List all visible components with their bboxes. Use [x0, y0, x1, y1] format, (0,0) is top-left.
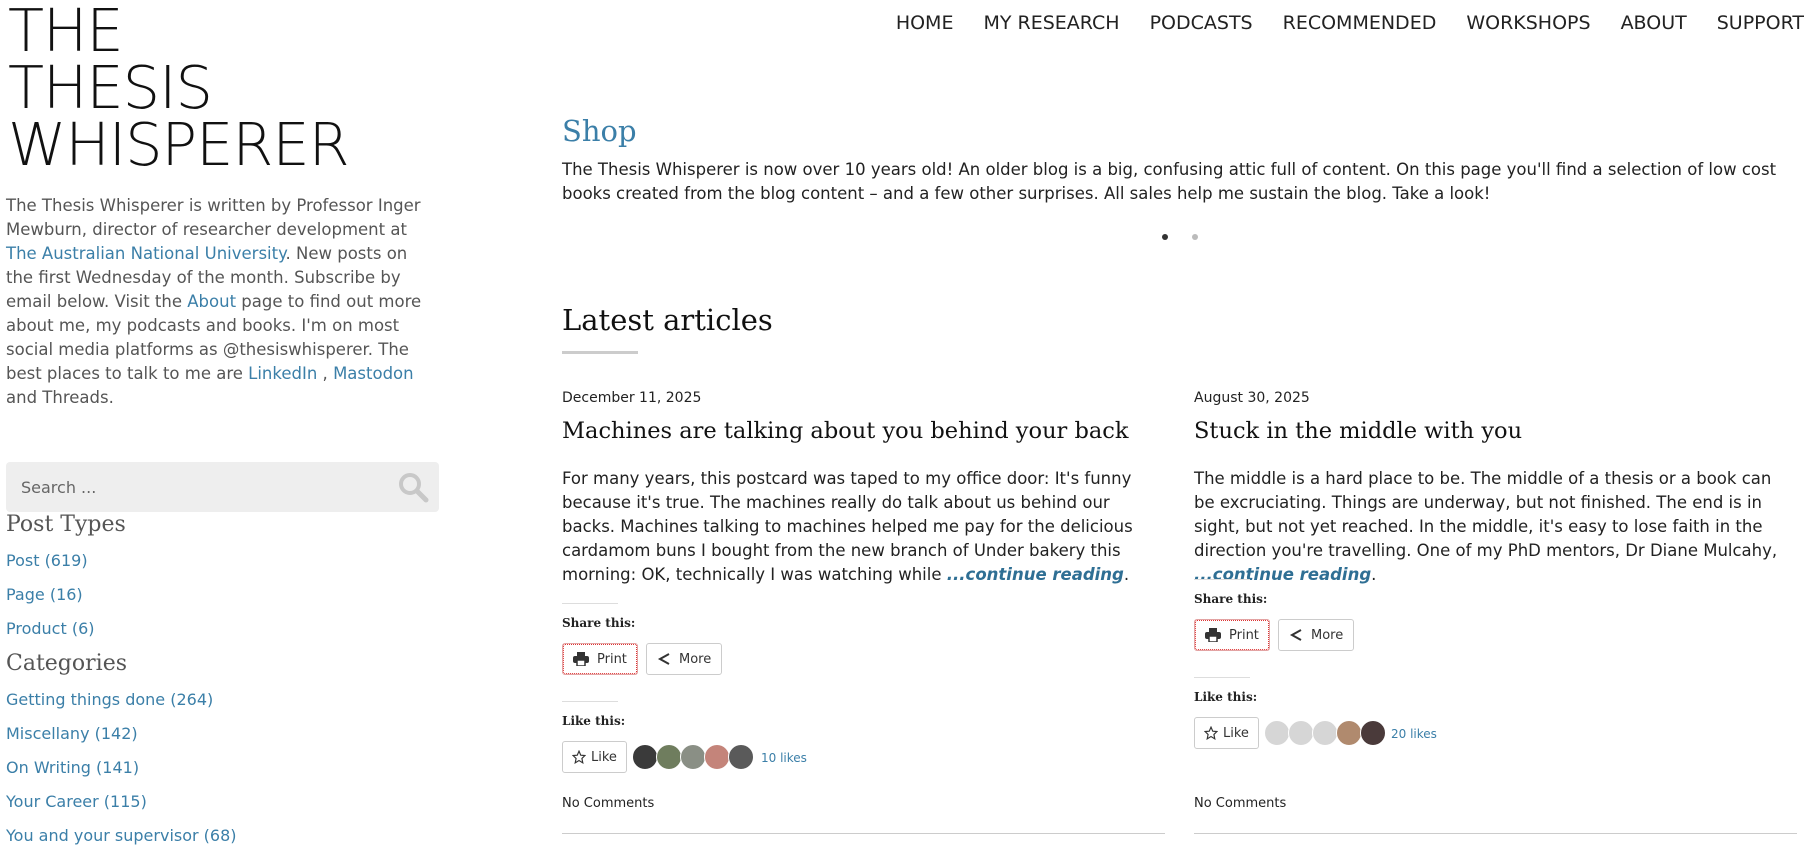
- categories-heading: Categories: [6, 651, 127, 676]
- share-divider: [1194, 579, 1250, 580]
- category-item[interactable]: Your Career (115): [6, 790, 237, 824]
- nav-support[interactable]: SUPPORT: [1717, 12, 1804, 34]
- site-title-line-1: THE: [8, 0, 124, 65]
- continue-reading-link[interactable]: ...continue reading: [947, 565, 1124, 584]
- avatar[interactable]: [632, 744, 658, 770]
- site-title[interactable]: THE THESIS WHISPERER: [8, 0, 428, 179]
- post-type-item[interactable]: Page (16): [6, 583, 95, 617]
- like-label: Like: [1223, 725, 1249, 741]
- article-title[interactable]: Stuck in the middle with you: [1194, 418, 1522, 444]
- slider-dot-2[interactable]: [1192, 234, 1198, 240]
- intro-text-5: and Threads.: [6, 388, 114, 407]
- liker-avatars: [632, 744, 754, 770]
- printer-icon: [573, 652, 589, 666]
- avatar[interactable]: [1336, 720, 1362, 746]
- star-icon: [1204, 726, 1218, 740]
- nav-my-research[interactable]: MY RESEARCH: [983, 12, 1119, 34]
- like-heading: Like this:: [1194, 690, 1258, 704]
- nav-workshops[interactable]: WORKSHOPS: [1466, 12, 1590, 34]
- post-type-item[interactable]: Post (619): [6, 549, 95, 583]
- avatar[interactable]: [1360, 720, 1386, 746]
- more-button[interactable]: More: [646, 643, 723, 675]
- likes-count[interactable]: 20 likes: [1391, 727, 1437, 741]
- latest-articles-heading: Latest articles: [562, 303, 773, 337]
- like-button[interactable]: Like: [1194, 717, 1259, 749]
- intro-text-4: ,: [317, 364, 334, 383]
- continue-reading-link[interactable]: ...continue reading: [1194, 565, 1371, 584]
- post-types-heading: Post Types: [6, 512, 126, 537]
- excerpt-text: The middle is a hard place to be. The mi…: [1194, 469, 1778, 560]
- intro-text-1: The Thesis Whisperer is written by Profe…: [6, 196, 421, 239]
- linkedin-link[interactable]: LinkedIn: [248, 364, 317, 383]
- search-form: [6, 462, 439, 512]
- slider-dots: [1162, 234, 1198, 240]
- categories-list: Getting things done (264) Miscellany (14…: [6, 688, 237, 853]
- article-title[interactable]: Machines are talking about you behind yo…: [562, 418, 1129, 444]
- search-icon[interactable]: [397, 471, 429, 503]
- search-input[interactable]: [21, 462, 381, 512]
- site-title-line-2: THESIS: [8, 53, 213, 122]
- share-heading: Share this:: [562, 616, 636, 630]
- nav-recommended[interactable]: RECOMMENDED: [1283, 12, 1437, 34]
- excerpt-period: .: [1123, 565, 1130, 584]
- nav-podcasts[interactable]: PODCASTS: [1150, 12, 1253, 34]
- nav-about[interactable]: ABOUT: [1621, 12, 1687, 34]
- about-link[interactable]: About: [187, 292, 236, 311]
- mastodon-link[interactable]: Mastodon: [333, 364, 414, 383]
- more-label: More: [679, 651, 712, 667]
- nav-home[interactable]: HOME: [896, 12, 954, 34]
- sidebar-intro: The Thesis Whisperer is written by Profe…: [6, 194, 438, 410]
- like-heading: Like this:: [562, 714, 626, 728]
- excerpt-period: .: [1371, 565, 1377, 584]
- avatar[interactable]: [656, 744, 682, 770]
- print-button[interactable]: Print: [562, 643, 638, 675]
- anu-link[interactable]: The Australian National University: [6, 244, 286, 263]
- more-label: More: [1311, 627, 1344, 643]
- avatar[interactable]: [1264, 720, 1290, 746]
- category-item[interactable]: Miscellany (142): [6, 722, 237, 756]
- avatar[interactable]: [728, 744, 754, 770]
- comments-link[interactable]: No Comments: [562, 796, 654, 811]
- like-divider: [562, 701, 618, 702]
- post-types-list: Post (619) Page (16) Product (6): [6, 549, 95, 651]
- article-date: August 30, 2025: [1194, 390, 1310, 406]
- comments-link[interactable]: No Comments: [1194, 796, 1286, 811]
- article-divider: [562, 833, 1165, 834]
- star-icon: [572, 750, 586, 764]
- main-nav: HOME MY RESEARCH PODCASTS RECOMMENDED WO…: [866, 12, 1804, 34]
- print-button[interactable]: Print: [1194, 619, 1270, 651]
- share-divider: [562, 603, 618, 604]
- liker-avatars: [1264, 720, 1386, 746]
- category-item[interactable]: You and your supervisor (68): [6, 824, 237, 853]
- likes-count[interactable]: 10 likes: [761, 751, 807, 765]
- like-label: Like: [591, 749, 617, 765]
- article-excerpt: For many years, this postcard was taped …: [562, 467, 1165, 587]
- site-title-line-3: WHISPERER: [8, 110, 350, 179]
- shop-title[interactable]: Shop: [562, 114, 637, 148]
- avatar[interactable]: [1312, 720, 1338, 746]
- article-date: December 11, 2025: [562, 390, 702, 406]
- like-button[interactable]: Like: [562, 741, 627, 773]
- post-type-item[interactable]: Product (6): [6, 617, 95, 651]
- avatar[interactable]: [680, 744, 706, 770]
- like-divider: [1194, 677, 1250, 678]
- share-icon: [657, 653, 670, 665]
- avatar[interactable]: [1288, 720, 1314, 746]
- article-excerpt: The middle is a hard place to be. The mi…: [1194, 467, 1797, 587]
- share-heading: Share this:: [1194, 592, 1268, 606]
- shop-description: The Thesis Whisperer is now over 10 year…: [562, 160, 1777, 203]
- article-divider: [1194, 833, 1797, 834]
- printer-icon: [1205, 628, 1221, 642]
- more-button[interactable]: More: [1278, 619, 1355, 651]
- print-label: Print: [1229, 627, 1259, 643]
- heading-underline: [562, 351, 638, 354]
- avatar[interactable]: [704, 744, 730, 770]
- share-icon: [1289, 629, 1302, 641]
- category-item[interactable]: Getting things done (264): [6, 688, 237, 722]
- print-label: Print: [597, 651, 627, 667]
- slider-dot-1[interactable]: [1162, 234, 1168, 240]
- category-item[interactable]: On Writing (141): [6, 756, 237, 790]
